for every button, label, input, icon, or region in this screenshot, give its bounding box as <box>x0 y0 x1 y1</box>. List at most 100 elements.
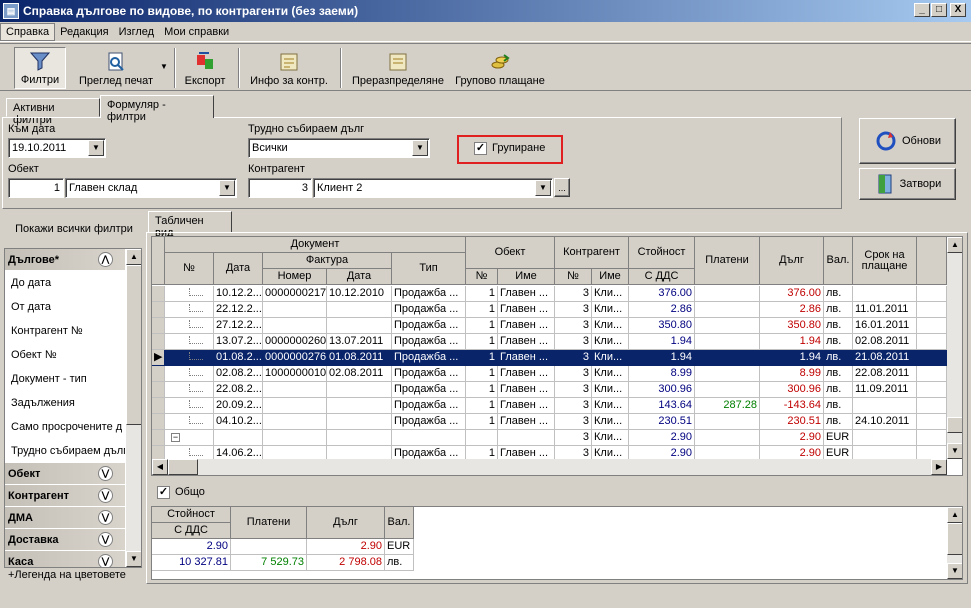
totals-vscroll[interactable]: ▲ ▼ <box>947 507 962 579</box>
col-inv-num[interactable]: Номер <box>263 269 327 285</box>
contractor-select[interactable]: Клиент 2 ▼ <box>313 178 553 198</box>
scroll-up-icon[interactable]: ▲ <box>947 237 962 253</box>
chevron-down-icon[interactable]: ⋁ <box>98 554 113 567</box>
table-row[interactable]: 27.12.2... Продажба ... 1 Главен ... 3 Кли...… <box>152 318 947 334</box>
filters-button[interactable]: Филтри <box>14 47 66 89</box>
export-button[interactable]: Експорт <box>180 47 230 89</box>
sidebar-item-to-date[interactable]: До дата <box>5 271 125 295</box>
tab-active-filters[interactable]: Активни филтри <box>6 98 100 126</box>
hard-debt-select[interactable]: Всички ▼ <box>248 138 430 158</box>
table-row[interactable]: 22.08.2... Продажба ... 1 Главен ... 3 Кли...… <box>152 382 947 398</box>
preview-dropdown[interactable]: ▼ <box>158 47 170 89</box>
sidebar-item-liabilities[interactable]: Задължения <box>5 391 125 415</box>
color-legend-link[interactable]: +Легенда на цветовете <box>4 569 142 585</box>
scroll-thumb[interactable] <box>947 417 962 433</box>
grouping-checkbox[interactable]: ✓ <box>474 142 487 155</box>
table-row[interactable]: 10.12.2... 0000000217 10.12.2010 Продажба .… <box>152 286 947 302</box>
table-row[interactable]: −3 Кли... 2.90 2.90 EUR <box>152 430 947 446</box>
close-window-button[interactable]: X <box>950 3 966 17</box>
dropdown-arrow-icon[interactable]: ▼ <box>88 140 104 156</box>
table-row[interactable]: 04.10.2... Продажба ... 1 Главен ... 3 Кли...… <box>152 414 947 430</box>
chevron-down-icon[interactable]: ⋁ <box>98 466 113 481</box>
sidebar-item-contractor-num[interactable]: Контрагент № <box>5 319 125 343</box>
chevron-up-icon[interactable]: ⋀ <box>98 252 113 267</box>
col-type[interactable]: Тип <box>392 253 466 285</box>
scroll-up-icon[interactable]: ▲ <box>947 507 962 523</box>
cell-obj_num: 1 <box>466 414 498 430</box>
close-button[interactable]: Затвори <box>859 168 956 200</box>
sidebar-item-from-date[interactable]: От дата <box>5 295 125 319</box>
scroll-up-icon[interactable]: ▲ <box>126 249 141 265</box>
redistribute-button[interactable]: Преразпределяне <box>348 47 448 89</box>
table-hscroll[interactable]: ◀ ▶ <box>152 459 947 475</box>
col-c-name[interactable]: Име <box>592 269 629 285</box>
scroll-left-icon[interactable]: ◀ <box>152 459 168 475</box>
print-preview-button[interactable]: Преглед печат <box>74 47 158 89</box>
col-obj-name[interactable]: Име <box>498 269 555 285</box>
scroll-down-icon[interactable]: ▼ <box>947 563 962 579</box>
sidebar-item-hard-debt[interactable]: Трудно събираем дълг <box>5 439 125 463</box>
minimize-button[interactable]: _ <box>914 3 930 17</box>
dropdown-arrow-icon[interactable]: ▼ <box>412 140 428 156</box>
col-inv-date[interactable]: Дата <box>327 269 392 285</box>
maximize-button[interactable]: □ <box>931 3 947 17</box>
group-payment-button[interactable]: Групово плащане <box>452 47 548 89</box>
tab-table-view[interactable]: Табличен вид <box>148 211 232 239</box>
table-row[interactable]: 13.07.2... 0000000260 13.07.2011 Продажба .… <box>152 334 947 350</box>
contractor-info-button[interactable]: Инфо за контр. <box>246 47 332 89</box>
contractor-number-input[interactable]: 3 <box>248 178 312 198</box>
collapse-icon[interactable]: − <box>171 433 180 442</box>
col-doc-date[interactable]: Дата <box>214 253 263 285</box>
sidebar-header-contractor[interactable]: Контрагент ⋁ <box>5 485 125 507</box>
object-number-input[interactable]: 1 <box>8 178 64 198</box>
sidebar-scrollbar[interactable]: ▲ ▼ <box>126 249 141 567</box>
totals-row[interactable]: 10 327.81 7 529.73 2 798.08 лв. <box>152 555 414 571</box>
table-vscroll[interactable]: ▲ ▼ <box>947 237 962 459</box>
col-c-num[interactable]: № <box>555 269 592 285</box>
col-doc-num[interactable]: № <box>165 253 214 285</box>
total-checkbox[interactable]: ✓ <box>157 486 170 499</box>
sidebar-item-doc-type[interactable]: Документ - тип <box>5 367 125 391</box>
col-paid[interactable]: Платени <box>695 237 760 285</box>
sidebar-header-debts[interactable]: Дългове* ⋀ <box>5 249 125 271</box>
menu-report[interactable]: Справка <box>0 22 56 41</box>
scroll-thumb[interactable] <box>947 523 962 555</box>
object-select[interactable]: Главен склад ▼ <box>65 178 237 198</box>
table-row[interactable]: 02.08.2... 1000000010 02.08.2011 Продажба .… <box>152 366 947 382</box>
scroll-right-icon[interactable]: ▶ <box>931 459 947 475</box>
sidebar-header-cash[interactable]: Каса ⋁ <box>5 551 125 567</box>
sidebar-header-delivery[interactable]: Доставка ⋁ <box>5 529 125 551</box>
scroll-down-icon[interactable]: ▼ <box>126 551 141 567</box>
col-value-sub[interactable]: С ДДС <box>629 269 695 285</box>
tab-form-filters[interactable]: Формуляр - филтри <box>100 95 214 123</box>
menu-edit[interactable]: Редакция <box>55 24 113 40</box>
chevron-down-icon[interactable]: ⋁ <box>98 532 113 547</box>
table-row[interactable]: 20.09.2... Продажба ... 1 Главен ... 3 Кли...… <box>152 398 947 414</box>
col-obj-num[interactable]: № <box>466 269 498 285</box>
dropdown-arrow-icon[interactable]: ▼ <box>219 180 235 196</box>
chevron-down-icon[interactable]: ⋁ <box>98 510 113 525</box>
menu-my-reports[interactable]: Мои справки <box>159 24 234 40</box>
sidebar-header-object[interactable]: Обект ⋁ <box>5 463 125 485</box>
sidebar-item-object-num[interactable]: Обект № <box>5 343 125 367</box>
contractor-browse-button[interactable]: ... <box>554 178 570 197</box>
dropdown-arrow-icon[interactable]: ▼ <box>535 180 551 196</box>
show-all-filters-button[interactable]: Покажи всички филтри <box>6 218 142 240</box>
table-row[interactable]: 22.12.2... Продажба ... 1 Главен ... 3 Кли...… <box>152 302 947 318</box>
col-debt[interactable]: Дълг <box>760 237 824 285</box>
sidebar-header-dma[interactable]: ДМА ⋁ <box>5 507 125 529</box>
totals-row[interactable]: 2.90 2.90 EUR <box>152 539 414 555</box>
cell-type: Продажба ... <box>392 334 466 350</box>
hscroll-thumb[interactable] <box>168 459 198 475</box>
col-term[interactable]: Срок на плащане <box>853 237 917 285</box>
table-row[interactable]: ▶ 01.08.2... 0000000276 01.08.2011 Продажба … <box>152 350 947 366</box>
sidebar-item-overdue[interactable]: Само просрочените д <box>5 415 125 439</box>
date-picker[interactable]: 19.10.2011 ▼ <box>8 138 106 158</box>
menu-view[interactable]: Изглед <box>114 24 159 40</box>
refresh-button[interactable]: Обнови <box>859 118 956 164</box>
scroll-down-icon[interactable]: ▼ <box>947 443 962 459</box>
chevron-down-icon[interactable]: ⋁ <box>98 488 113 503</box>
scroll-thumb[interactable] <box>126 265 141 425</box>
col-currency[interactable]: Вал. <box>824 237 853 285</box>
col-value[interactable]: Стойност <box>629 237 695 269</box>
